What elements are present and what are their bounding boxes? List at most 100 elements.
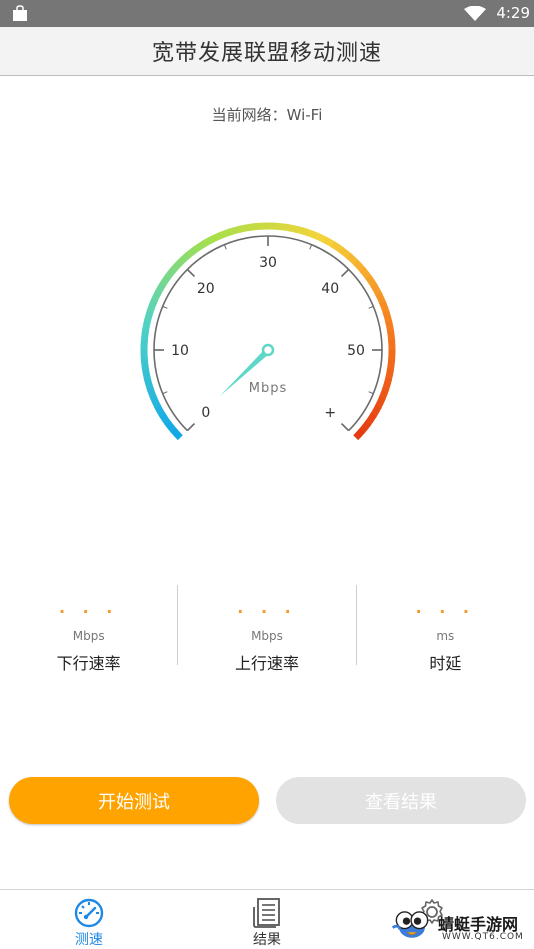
watermark-url: WWW.QT6.COM bbox=[442, 932, 524, 942]
gauge-arc-segment bbox=[359, 267, 372, 281]
gauge-arc-segment bbox=[164, 266, 178, 280]
gauge-arc-segment bbox=[150, 290, 162, 304]
gauge-arc-segment bbox=[185, 246, 199, 259]
gauge-arc-segment bbox=[353, 428, 365, 441]
gauge-tick-label: 50 bbox=[347, 343, 365, 359]
wifi-icon bbox=[464, 6, 486, 21]
nav-item-results[interactable]: 结果 bbox=[178, 890, 356, 949]
gauge-arc-segment bbox=[171, 258, 184, 272]
gauge-arc-segment bbox=[330, 241, 345, 254]
gauge-minor-tick bbox=[368, 391, 374, 395]
shopping-bag-icon bbox=[13, 5, 27, 21]
gauge-tick-label: 10 bbox=[171, 343, 189, 359]
gauge-arc-segment bbox=[219, 228, 232, 239]
gauge-arc-segment bbox=[210, 231, 224, 243]
gauge-tick-label: 0 bbox=[201, 405, 210, 421]
gauge-minor-tick bbox=[162, 391, 168, 395]
nav-label-results: 结果 bbox=[253, 932, 281, 948]
gauge-arc-segment bbox=[248, 222, 260, 231]
nav-item-speedtest[interactable]: 测速 bbox=[0, 890, 178, 949]
gauge-arc-segment bbox=[170, 427, 183, 441]
gauge-arc-segment bbox=[346, 253, 360, 266]
gauge-arc-segment bbox=[353, 259, 366, 273]
gauge-unit-label: Mbps bbox=[249, 381, 288, 396]
download-unit: Mbps bbox=[72, 629, 105, 643]
gauge-tick-label: 20 bbox=[197, 281, 215, 297]
upload-unit: Mbps bbox=[251, 629, 283, 643]
gauge-arc-segment bbox=[286, 224, 300, 234]
gauge-arc-segment bbox=[238, 223, 251, 233]
gauge-arc-segment bbox=[193, 240, 207, 253]
gauge-arc-segment bbox=[158, 411, 171, 425]
gauge-major-tick bbox=[186, 268, 196, 278]
gauge-arc-segment bbox=[305, 228, 319, 240]
gauge-minor-tick bbox=[309, 244, 313, 250]
gauge-arc-segment bbox=[296, 226, 309, 236]
upload-value: · · · bbox=[237, 602, 297, 621]
download-value: · · · bbox=[58, 602, 119, 621]
gauge-minor-tick bbox=[162, 305, 168, 309]
start-test-button[interactable]: 开始测试 bbox=[9, 777, 259, 824]
gauge-arc-segment bbox=[277, 222, 290, 232]
gauge-arc-segment bbox=[338, 246, 352, 260]
speed-gauge: 0 10 20 30 40 50 + Mbps bbox=[140, 222, 396, 441]
gauge-arc-segment bbox=[201, 235, 215, 248]
gauge-arc-segment bbox=[146, 386, 157, 399]
gauge-arc-segment bbox=[153, 403, 166, 417]
gauge-major-tick bbox=[186, 422, 196, 432]
status-time: 4:29 bbox=[496, 4, 530, 22]
gauge-arc-segment bbox=[382, 310, 393, 324]
gauge-arc-segment bbox=[141, 367, 151, 380]
latency-value: · · · bbox=[415, 602, 475, 621]
gauge-arc-segment bbox=[370, 283, 383, 297]
gauge-arc-segment bbox=[140, 328, 150, 341]
status-bar: 4:29 bbox=[0, 0, 534, 27]
gauge-arc-segment bbox=[379, 301, 390, 314]
latency-label: 时延 bbox=[429, 654, 462, 673]
gauge-arc-segment bbox=[322, 236, 336, 248]
gauge-arc-segment bbox=[146, 299, 158, 313]
latency-stat: · · · ms 时延 bbox=[355, 585, 534, 673]
gauge-arc-segment bbox=[387, 330, 396, 342]
gauge-arc-segment bbox=[144, 309, 154, 322]
gauge-arc-segment bbox=[382, 378, 392, 391]
gauge-arc-segment bbox=[228, 225, 242, 236]
speedometer-icon bbox=[74, 898, 104, 928]
app-title-bar: 宽带发展联盟移动测速 bbox=[0, 27, 534, 76]
nav-label-speedtest: 测速 bbox=[75, 932, 103, 948]
gauge-arc-segment bbox=[358, 420, 372, 434]
gauge-arc-segment bbox=[370, 404, 382, 418]
upload-label: 上行速率 bbox=[234, 654, 299, 673]
gauge-arc-segment bbox=[386, 359, 396, 372]
view-results-button[interactable]: 查看结果 bbox=[276, 777, 526, 824]
gauge-arc-segment bbox=[154, 282, 166, 296]
gauge-arc-segment bbox=[314, 232, 328, 244]
gauge-arc-segment bbox=[365, 275, 378, 289]
gauge-tick-label: 40 bbox=[321, 281, 339, 297]
download-label: 下行速率 bbox=[56, 654, 121, 673]
gauge-arc-segment bbox=[374, 396, 386, 410]
gauge-arc-segment bbox=[140, 358, 149, 370]
gauge-arc-segment bbox=[143, 376, 154, 390]
app-title: 宽带发展联盟移动测速 bbox=[151, 41, 382, 66]
stats-row: · · · Mbps 下行速率 · · · Mbps 上行速率 · · · ms… bbox=[0, 585, 534, 673]
gauge-arc-segment bbox=[164, 419, 177, 433]
gauge-tick-label: 30 bbox=[259, 255, 277, 271]
upload-stat: · · · Mbps 上行速率 bbox=[177, 585, 355, 673]
gauge-major-tick bbox=[340, 422, 350, 432]
gauge-arc-segment bbox=[149, 394, 161, 408]
latency-unit: ms bbox=[436, 629, 455, 643]
gauge-arc-segment bbox=[384, 368, 394, 382]
gauge-tick-labels: 0 10 20 30 40 50 + bbox=[171, 255, 365, 421]
gauge-tick-label: + bbox=[324, 405, 336, 421]
gauge-needle-hub bbox=[261, 343, 275, 357]
current-network-label: 当前网络：Wi-Fi bbox=[211, 106, 323, 124]
dragonfly-mascot-logo bbox=[391, 911, 429, 938]
gauge-arc-segment bbox=[177, 252, 191, 265]
document-list-icon bbox=[253, 898, 280, 928]
gauge-minor-tick bbox=[223, 244, 227, 250]
gauge-arc-segment bbox=[142, 318, 152, 332]
gauge-arc-segment bbox=[375, 292, 387, 306]
gauge-minor-tick bbox=[368, 305, 374, 309]
gauge-arc-segment bbox=[378, 387, 390, 401]
